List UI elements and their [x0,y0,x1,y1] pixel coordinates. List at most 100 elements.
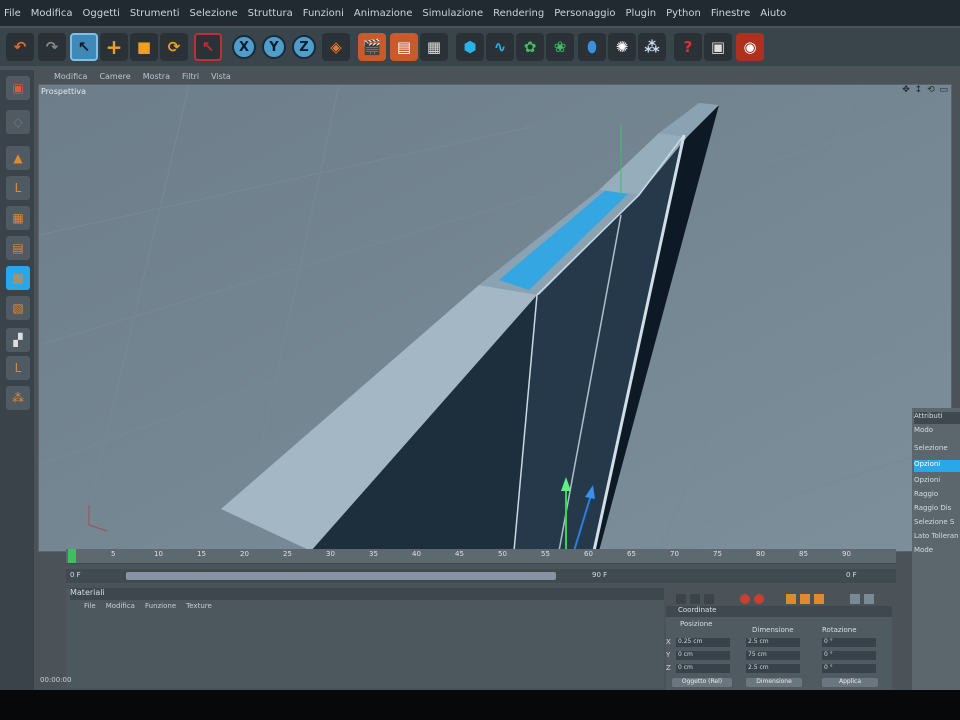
select-arrow-icon[interactable]: ↖ [70,33,98,61]
rotation-h-field[interactable]: 0 ° [822,638,876,647]
menu-python[interactable]: Python [666,8,701,19]
menu-finestre[interactable]: Finestre [711,8,750,19]
range-end[interactable]: 90 F [592,571,607,579]
spline-icon[interactable]: ∿ [486,33,514,61]
y-axis-lock-button[interactable]: Y [262,35,286,59]
render-picture-viewer-icon[interactable]: ▤ [390,33,418,61]
timeline[interactable]: 0 5 10 15 20 25 30 35 40 45 50 55 60 65 … [66,549,896,585]
menu-oggetti[interactable]: Oggetti [83,8,120,19]
redo-icon[interactable]: ↷ [38,33,66,61]
menu-struttura[interactable]: Struttura [248,8,293,19]
current-frame[interactable]: 0 F [846,571,857,579]
texture-axis-icon[interactable]: L [6,176,30,200]
particles-icon[interactable]: ⁂ [638,33,666,61]
uv-mode-icon[interactable]: ▧ [6,296,30,320]
coord-mode-dropdown[interactable]: Oggetto (Rel) [672,678,732,687]
object-axis-icon[interactable]: ▲ [6,146,30,170]
timeline-more-icon[interactable] [864,594,874,604]
render-view-icon[interactable]: 🎬 [358,33,386,61]
coord-size-dropdown[interactable]: Dimensione [746,678,802,687]
checker-icon[interactable]: ▞ [6,328,30,352]
record-icon[interactable] [740,594,750,604]
key-scale-icon[interactable] [800,594,810,604]
move-icon[interactable]: + [100,33,128,61]
x-axis-lock-button[interactable]: X [232,35,256,59]
menu-modifica[interactable]: Modifica [31,8,73,19]
tick-label: 35 [369,550,378,558]
model-mode-icon[interactable]: ◇ [6,110,30,134]
rotate-icon[interactable]: ⟳ [160,33,188,61]
materials-menu-modifica[interactable]: Modifica [106,602,135,610]
attributes-tab-options[interactable]: Opzioni [914,460,960,472]
go-start-icon[interactable] [676,594,686,604]
menu-aiuto[interactable]: Aiuto [760,8,786,19]
position-z-field[interactable]: 0 cm [676,664,730,673]
attributes-selection[interactable]: Selezione [914,444,960,456]
option-mode[interactable]: Mode [914,546,960,558]
option-selection-s[interactable]: Selezione S [914,518,960,530]
help-icon[interactable]: ? [674,33,702,61]
size-x-field[interactable]: 2.5 cm [746,638,800,647]
key-position-icon[interactable] [786,594,796,604]
key-rotation-icon[interactable] [814,594,824,604]
playhead[interactable] [68,549,76,563]
play-icon[interactable] [704,594,714,604]
array-icon[interactable]: ❀ [546,33,574,61]
menu-plugin[interactable]: Plugin [626,8,657,19]
scene-icon[interactable]: ✺ [608,33,636,61]
bodypaint-icon[interactable]: ◉ [736,33,764,61]
viewport-menu-filtri[interactable]: Filtri [182,72,199,81]
menu-selezione[interactable]: Selezione [190,8,238,19]
scale-icon[interactable]: ■ [130,33,158,61]
cube-icon[interactable]: ⬢ [456,33,484,61]
option-radius[interactable]: Raggio [914,490,960,502]
make-editable-icon[interactable]: ▣ [6,76,30,100]
prev-frame-icon[interactable] [690,594,700,604]
materials-menu-file[interactable]: File [84,602,96,610]
layout-icon[interactable]: ▣ [704,33,732,61]
viewport-menu-camere[interactable]: Camere [99,72,130,81]
live-selection-icon[interactable]: ↖ [194,33,222,61]
deformer-icon[interactable]: ⬮ [578,33,606,61]
viewport-menu-mostra[interactable]: Mostra [143,72,170,81]
menu-rendering[interactable]: Rendering [493,8,544,19]
menu-file[interactable]: File [4,8,21,19]
menu-simulazione[interactable]: Simulazione [422,8,483,19]
menu-personaggio[interactable]: Personaggio [554,8,615,19]
position-y-field[interactable]: 0 cm [676,651,730,660]
perspective-viewport[interactable]: Prospettiva ✥ ↕ ⟲ ▭ [38,84,952,552]
workplane-icon[interactable]: ⁂ [6,386,30,410]
viewport-menu-modifica[interactable]: Modifica [54,72,87,81]
snap-icon[interactable]: L [6,356,30,380]
undo-icon[interactable]: ↶ [6,33,34,61]
materials-menu-texture[interactable]: Texture [186,602,212,610]
size-z-field[interactable]: 2.5 cm [746,664,800,673]
menu-strumenti[interactable]: Strumenti [130,8,180,19]
option-radius-dis[interactable]: Raggio Dis [914,504,960,516]
polygons-mode-icon[interactable]: ▩ [6,266,30,290]
coordinate-system-icon[interactable]: ◈ [322,33,350,61]
timeline-range-slider[interactable] [126,572,556,580]
position-x-field[interactable]: 0.25 cm [676,638,730,647]
rotation-b-field[interactable]: 0 ° [822,664,876,673]
nurbs-icon[interactable]: ✿ [516,33,544,61]
menu-animazione[interactable]: Animazione [354,8,412,19]
viewport-nav-icons[interactable]: ✥ ↕ ⟲ ▭ [902,85,949,95]
rotation-p-field[interactable]: 0 ° [822,651,876,660]
viewport-menu-vista[interactable]: Vista [211,72,231,81]
apply-button[interactable]: Applica [822,678,878,687]
attributes-mode[interactable]: Modo [914,426,960,438]
timeline-ruler[interactable]: 0 5 10 15 20 25 30 35 40 45 50 55 60 65 … [66,549,896,564]
options-heading: Opzioni [914,476,941,484]
materials-menu-funzione[interactable]: Funzione [145,602,176,610]
autokey-icon[interactable] [754,594,764,604]
timeline-options-icon[interactable] [850,594,860,604]
range-start[interactable]: 0 F [70,571,81,579]
edges-mode-icon[interactable]: ▤ [6,236,30,260]
z-axis-lock-button[interactable]: Z [292,35,316,59]
points-mode-icon[interactable]: ▦ [6,206,30,230]
size-y-field[interactable]: 75 cm [746,651,800,660]
option-tolerance[interactable]: Lato Tolleran [914,532,960,544]
render-settings-icon[interactable]: ▦ [420,33,448,61]
menu-funzioni[interactable]: Funzioni [303,8,344,19]
